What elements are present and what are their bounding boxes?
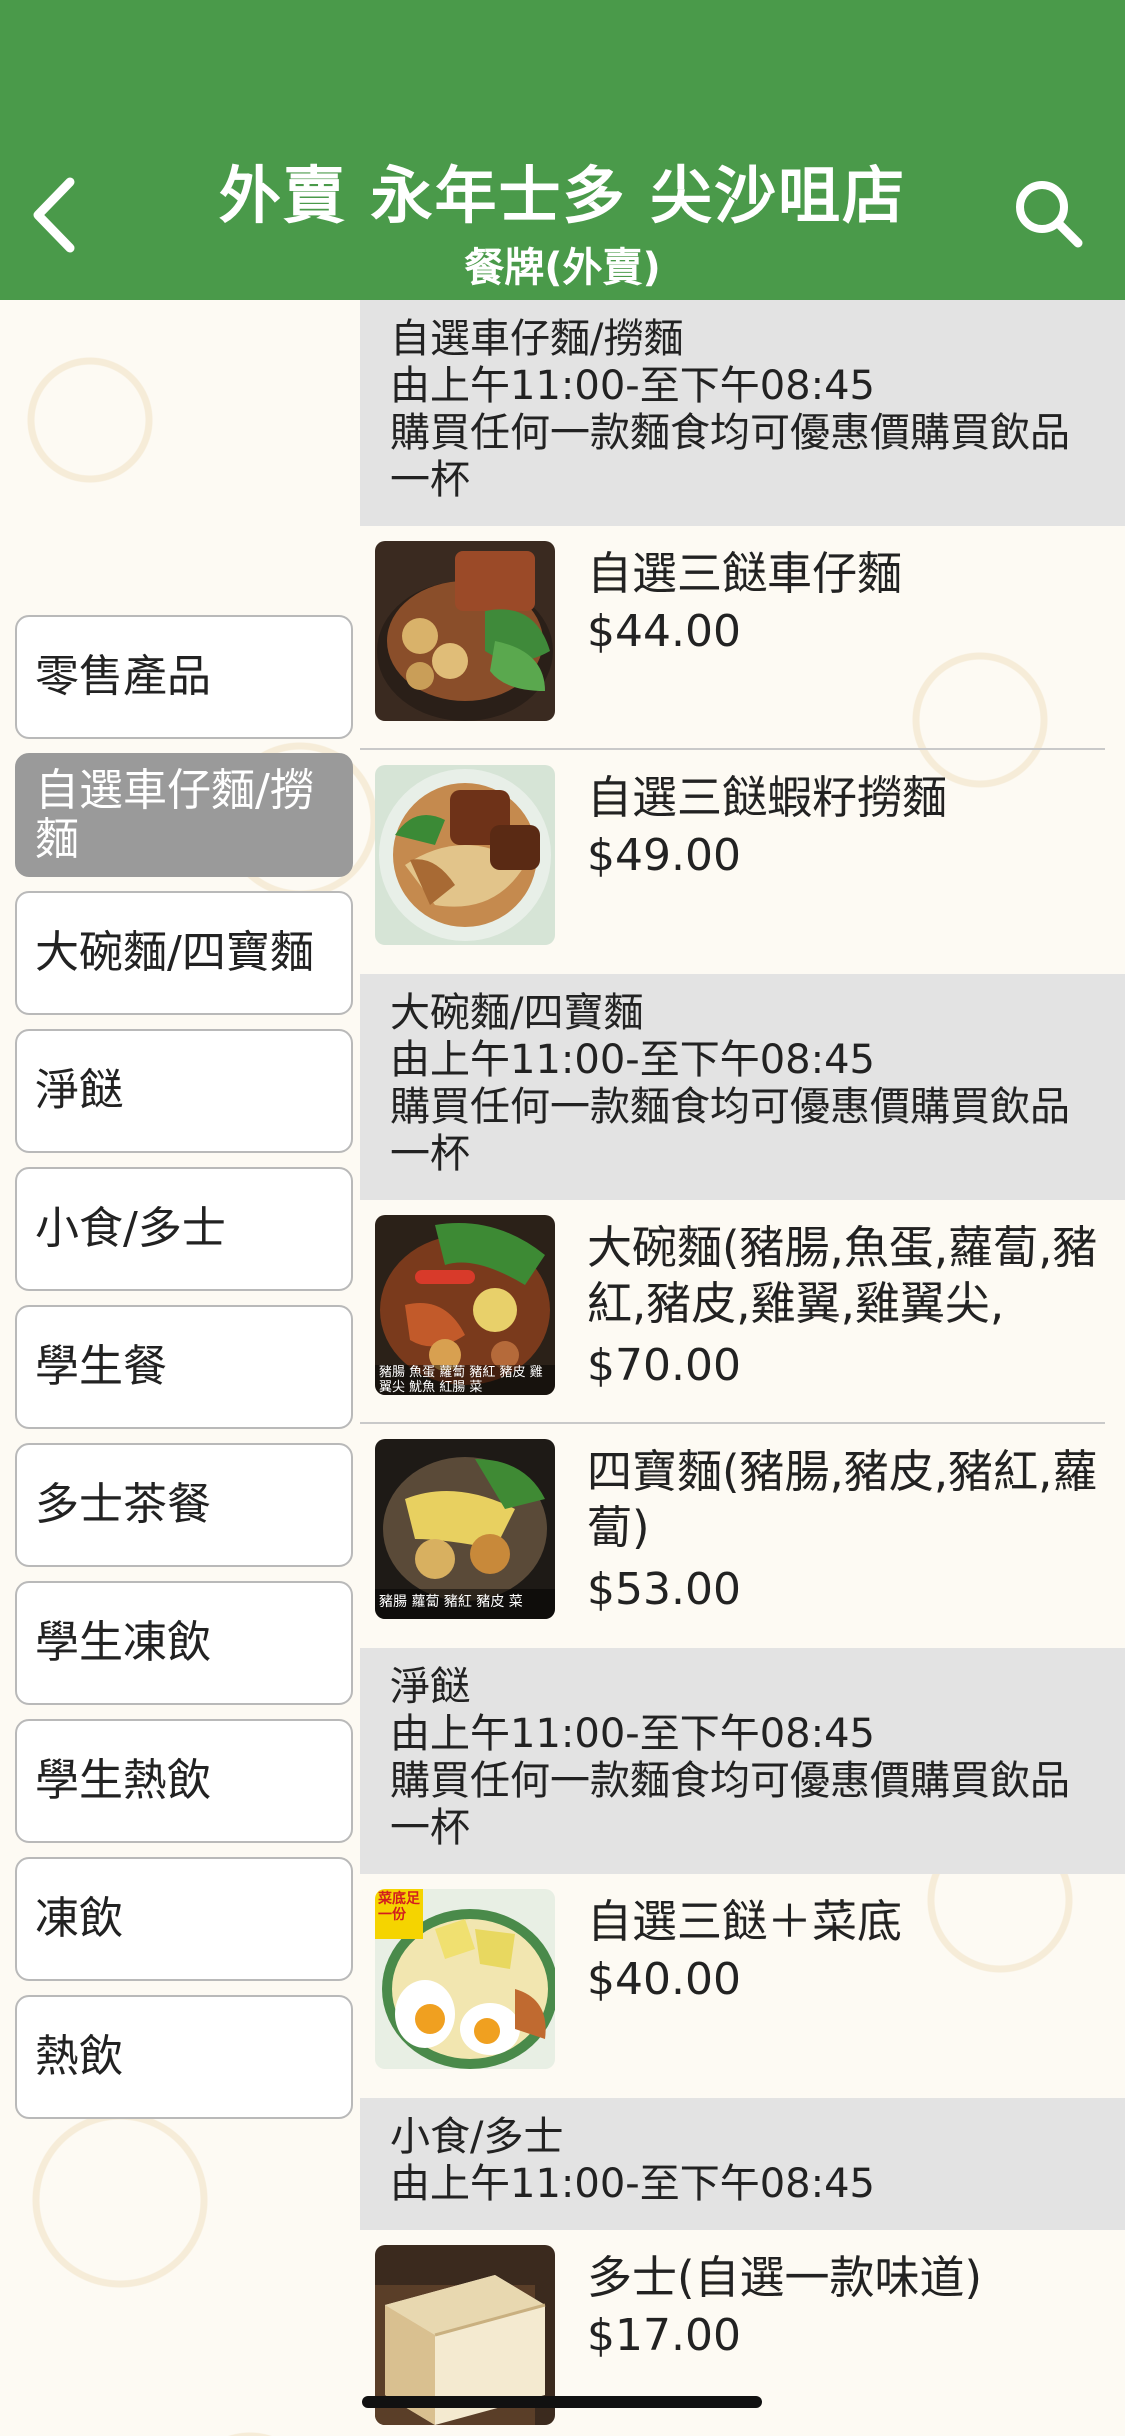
page-title: 外賣 永年士多 尖沙咀店 [218, 159, 907, 232]
menu-item[interactable]: 自選三餸蝦籽撈麵 $49.00 [360, 750, 1105, 974]
section-name: 淨餸 [390, 1664, 470, 1710]
item-name: 自選三餸＋菜底 [587, 1895, 903, 1948]
item-name: 自選三餸車仔麵 [587, 547, 903, 600]
category-hot-drinks[interactable]: 熱飲 [15, 1995, 353, 2119]
category-snacks-toast[interactable]: 小食/多士 [15, 1167, 353, 1291]
item-name: 大碗麵(豬腸,魚蛋,蘿蔔,豬紅,豬皮,雞翼,雞翼尖, [587, 1221, 1098, 1330]
category-big-bowl-noodles[interactable]: 大碗麵/四寶麵 [15, 891, 353, 1015]
item-name: 四寶麵(豬腸,豬皮,豬紅,蘿蔔) [587, 1445, 1098, 1554]
section-promo: 購買任何一款麵食均可優惠價購買飲品一杯 [390, 410, 1070, 503]
food-photo: 菜底足一份 [375, 1889, 555, 2069]
section-name: 小食/多士 [390, 2114, 564, 2160]
item-name: 自選三餸蝦籽撈麵 [587, 771, 948, 824]
photo-badge: 菜底足一份 [375, 1889, 423, 1939]
section-hours: 由上午11:00-至下午08:45 [390, 1711, 875, 1757]
menu-content: 自選車仔麵/撈麵 由上午11:00-至下午08:45 購買任何一款麵食均可優惠價… [360, 300, 1125, 2436]
category-sidebar: 零售產品 自選車仔麵/撈麵 大碗麵/四寶麵 淨餸 小食/多士 學生餐 多士茶餐 … [15, 615, 355, 2133]
item-price: $40.00 [587, 1954, 741, 2005]
item-name: 多士(自選一款味道) [587, 2251, 983, 2304]
category-cart-noodles[interactable]: 自選車仔麵/撈麵 [15, 753, 353, 877]
menu-item[interactable]: 豬腸 魚蛋 蘿蔔 豬紅 豬皮 雞翼尖 魷魚 紅腸 菜 大碗麵(豬腸,魚蛋,蘿蔔,… [360, 1200, 1105, 1424]
menu-item[interactable]: 豬腸 蘿蔔 豬紅 豬皮 菜 四寶麵(豬腸,豬皮,豬紅,蘿蔔) $53.00 [360, 1424, 1105, 1648]
category-student-hot-drinks[interactable]: 學生熱飲 [15, 1719, 353, 1843]
section-hours: 由上午11:00-至下午08:45 [390, 1037, 875, 1083]
section-header: 小食/多士 由上午11:00-至下午08:45 [360, 2098, 1125, 2230]
food-photo: 豬腸 魚蛋 蘿蔔 豬紅 豬皮 雞翼尖 魷魚 紅腸 菜 [375, 1215, 555, 1395]
app-header: 外賣 永年士多 尖沙咀店 餐牌(外賣) [0, 0, 1125, 300]
category-side-dishes[interactable]: 淨餸 [15, 1029, 353, 1153]
category-student-cold-drinks[interactable]: 學生凍飲 [15, 1581, 353, 1705]
section-header: 淨餸 由上午11:00-至下午08:45 購買任何一款麵食均可優惠價購買飲品一杯 [360, 1648, 1125, 1874]
category-cold-drinks[interactable]: 凍飲 [15, 1857, 353, 1981]
item-price: $17.00 [587, 2310, 741, 2361]
category-retail[interactable]: 零售產品 [15, 615, 353, 739]
category-toast-set[interactable]: 多士茶餐 [15, 1443, 353, 1567]
food-photo [375, 765, 555, 945]
category-student-meal[interactable]: 學生餐 [15, 1305, 353, 1429]
item-price: $44.00 [587, 606, 741, 657]
photo-caption: 豬腸 魚蛋 蘿蔔 豬紅 豬皮 雞翼尖 魷魚 紅腸 菜 [379, 1365, 543, 1395]
section-hours: 由上午11:00-至下午08:45 [390, 363, 875, 409]
item-price: $53.00 [587, 1564, 741, 1615]
section-name: 大碗麵/四寶麵 [390, 990, 644, 1036]
food-photo: 豬腸 蘿蔔 豬紅 豬皮 菜 [375, 1439, 555, 1619]
section-header: 大碗麵/四寶麵 由上午11:00-至下午08:45 購買任何一款麵食均可優惠價購… [360, 974, 1125, 1200]
home-indicator[interactable] [362, 2396, 762, 2408]
section-header: 自選車仔麵/撈麵 由上午11:00-至下午08:45 購買任何一款麵食均可優惠價… [360, 300, 1125, 526]
menu-item[interactable]: 菜底足一份 自選三餸＋菜底 $40.00 [360, 1874, 1105, 2098]
section-promo: 購買任何一款麵食均可優惠價購買飲品一杯 [390, 1758, 1070, 1851]
section-hours: 由上午11:00-至下午08:45 [390, 2161, 875, 2207]
photo-caption: 豬腸 蘿蔔 豬紅 豬皮 菜 [379, 1594, 523, 1610]
search-icon [1016, 181, 1083, 248]
page-subtitle: 餐牌(外賣) [464, 245, 661, 291]
section-name: 自選車仔麵/撈麵 [390, 316, 684, 362]
food-photo [375, 541, 555, 721]
section-promo: 購買任何一款麵食均可優惠價購買飲品一杯 [390, 1084, 1070, 1177]
search-button[interactable] [1010, 175, 1090, 255]
item-price: $49.00 [587, 830, 741, 881]
menu-item[interactable]: 自選三餸車仔麵 $44.00 [360, 526, 1105, 750]
item-price: $70.00 [587, 1340, 741, 1391]
